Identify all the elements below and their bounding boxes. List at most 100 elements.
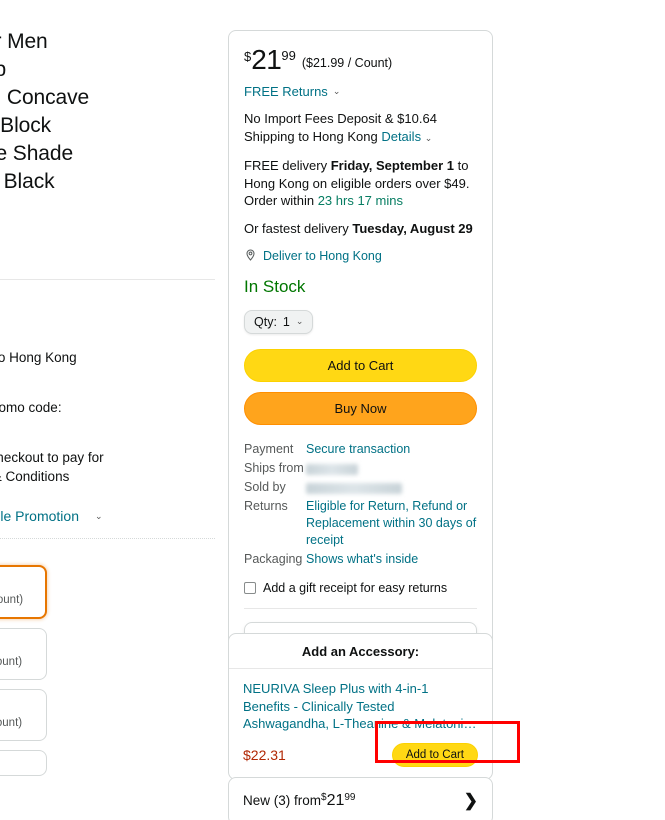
price-currency-symbol: $ [244, 49, 252, 64]
packaging-link[interactable]: Shows what's inside [306, 551, 477, 568]
import-fees-line1: No Import Fees Deposit & $10.64 [244, 111, 437, 126]
meta-key: Packaging [244, 551, 303, 566]
chevron-down-icon: ⌄ [424, 132, 433, 143]
sold-by-value-redacted [306, 479, 477, 496]
chevron-right-icon[interactable]: ❯ [464, 791, 478, 811]
delivery-line2: Hong Kong on eligible orders over $49. [244, 175, 470, 191]
accessory-add-to-cart-button[interactable]: Add to Cart [391, 742, 478, 767]
order-within-prefix: Order within [244, 193, 318, 208]
fastest-date: Tuesday, August 29 [352, 220, 473, 236]
variant-price-block: $29.99 ($29.99 / Count) [0, 576, 23, 608]
variant-price: $21.99 [0, 699, 22, 715]
price-per-count-text: .99 / Count) [0, 302, 220, 317]
meta-key: Returns [244, 498, 288, 513]
variant-price-block: $21.99 ($21.99 / Count) [0, 699, 22, 731]
location-pin-icon [246, 249, 255, 261]
free-returns-label: FREE Returns [244, 84, 328, 99]
accessory-heading: Add an Accessory: [229, 634, 492, 669]
ships-from-value-redacted [306, 460, 477, 477]
gift-receipt-row[interactable]: Add a gift receipt for easy returns [244, 581, 477, 595]
variant-swatch-list: $29.99 ($29.99 / Count) $29.99 ($29.99 /… [0, 565, 220, 776]
new-offers-symbol: $ [321, 792, 327, 803]
product-page: Eye Mask for Men ontoured Cup k & Blindf… [0, 0, 665, 820]
accessory-body: NEURIVA Sleep Plus with 4-in-1 Benefits … [229, 669, 492, 779]
chevron-down-icon: ⌄ [295, 316, 304, 326]
price-unit-text: ($21.99 / Count) [301, 56, 393, 70]
deliver-to-label: Deliver to Hong Kong [263, 248, 382, 263]
delivery-estimate: FREE delivery Friday, September 1 to Hon… [244, 157, 477, 210]
buy-box-panel: $ 21 99 ($21.99 / Count) FREE Returns ⌄ … [228, 30, 493, 672]
promo-code-text: n 2 select item(s) promo code: [0, 400, 62, 415]
meta-row-packaging: Packaging Shows what's inside [244, 551, 477, 568]
applicable-promotion-link[interactable]: 1 Applicable Promotion [0, 508, 79, 524]
gift-receipt-label: Add a gift receipt for easy returns [263, 580, 448, 595]
meta-row-returns: Returns Eligible for Return, Refund or R… [244, 498, 477, 549]
returns-policy-link[interactable]: Eligible for Return, Refund or Replaceme… [306, 498, 477, 549]
variant-price: $29.99 [0, 576, 23, 592]
new-offers-whole: 21 [326, 792, 345, 809]
gift-receipt-checkbox[interactable] [244, 581, 256, 594]
meta-row-ships-from: Ships from [244, 460, 477, 477]
variant-unit-price: ($21.99 / Count) [0, 717, 23, 729]
variant-swatch[interactable] [0, 750, 47, 776]
delivery-suffix: to [454, 158, 469, 173]
import-details-link[interactable]: Details [381, 129, 421, 144]
variant-swatch[interactable]: $29.99 ($29.99 / Count) [0, 565, 47, 619]
free-returns-link[interactable]: FREE Returns ⌄ [244, 84, 477, 99]
variant-price: $29.99 [0, 638, 22, 654]
delivery-date: Friday, September 1 [330, 158, 455, 173]
accessory-price: $22.31 [243, 746, 286, 763]
fastest-delivery: Or fastest delivery Tuesday, August 29 [244, 221, 477, 236]
order-within-timer: 23 hrs 17 mins [317, 193, 403, 208]
meta-key: Sold by [244, 479, 286, 494]
import-fees-line2: Shipping to Hong Kong [244, 128, 382, 144]
new-offers-fraction: 99 [344, 792, 356, 803]
deliver-to-location[interactable]: Deliver to Hong Kong [244, 249, 477, 263]
meta-key: Payment [244, 441, 294, 456]
variant-unit-price: ($29.99 / Count) [0, 594, 24, 606]
currency-converter-text: ncy Converter at checkout to pay for al … [0, 448, 220, 486]
quantity-label: Qty: [254, 314, 277, 329]
currency-converter-rest: at checkout to pay for [0, 450, 104, 465]
price-row: $ 21 99 ($21.99 / Count) [244, 45, 477, 75]
promotion-row: on N... 1 Applicable Promotion ⌄ [0, 508, 220, 524]
delivery-prefix: FREE delivery [244, 158, 331, 173]
variant-swatch[interactable]: $21.99 ($21.99 / Count) [0, 689, 47, 741]
import-fees-text: No Import Fees Deposit & $10.64 Shipping… [244, 110, 477, 147]
product-price: $ 21 99 [244, 45, 296, 75]
variant-swatch[interactable]: $29.99 ($29.99 / Count) [0, 628, 47, 680]
accessory-footer: $22.31 Add to Cart [243, 742, 478, 767]
fastest-prefix: Or fastest delivery [244, 220, 353, 236]
stock-status: In Stock [244, 276, 306, 296]
quantity-value: 1 [282, 314, 290, 329]
ratings-count-link[interactable]: 5,014 ratings [0, 210, 220, 225]
chevron-down-icon: ⌄ [94, 510, 103, 521]
variant-unit-price: ($29.99 / Count) [0, 656, 23, 668]
price-whole: 21 [251, 44, 282, 75]
page-title: Eye Mask for Men ontoured Cup k & Blindf… [0, 30, 90, 193]
answered-questions-link[interactable]: ons [0, 230, 220, 245]
price-fraction: 99 [281, 48, 296, 63]
new-offers-panel[interactable]: New (3) from $ 21 99 ❯ [228, 777, 493, 820]
add-to-cart-button[interactable]: Add to Cart [244, 348, 477, 382]
divider [244, 607, 477, 609]
left-product-column: Eye Mask for Men ontoured Cup k & Blindf… [0, 28, 220, 785]
chevron-down-icon: ⌄ [332, 86, 341, 96]
divider [0, 279, 215, 280]
add-an-accessory-panel: Add an Accessory: NEURIVA Sleep Plus wit… [228, 633, 493, 780]
category-breadcrumb-link[interactable]: Masks [0, 250, 220, 265]
meta-key: Ships from [244, 460, 304, 475]
secure-transaction-link[interactable]: Secure transaction [306, 441, 477, 458]
meta-row-sold-by: Sold by [244, 479, 477, 496]
new-offers-prefix: New (3) from [243, 793, 322, 808]
currency-converter-line2: al currency. Terms & Conditions [0, 469, 70, 484]
quantity-selector[interactable]: Qty: 1 ⌄ [244, 309, 314, 334]
seller-meta-table: Payment Secure transaction Ships from So… [244, 441, 477, 568]
meta-row-payment: Payment Secure transaction [244, 441, 477, 458]
shipping-note-text: & $10.64 Shipping to Hong Kong [0, 350, 77, 365]
new-offers-text: New (3) from $ 21 99 [243, 792, 356, 810]
accessory-product-link[interactable]: NEURIVA Sleep Plus with 4-in-1 Benefits … [243, 680, 478, 733]
divider [0, 538, 215, 539]
variant-price-block: $29.99 ($29.99 / Count) [0, 638, 22, 670]
buy-now-button[interactable]: Buy Now [244, 391, 477, 425]
